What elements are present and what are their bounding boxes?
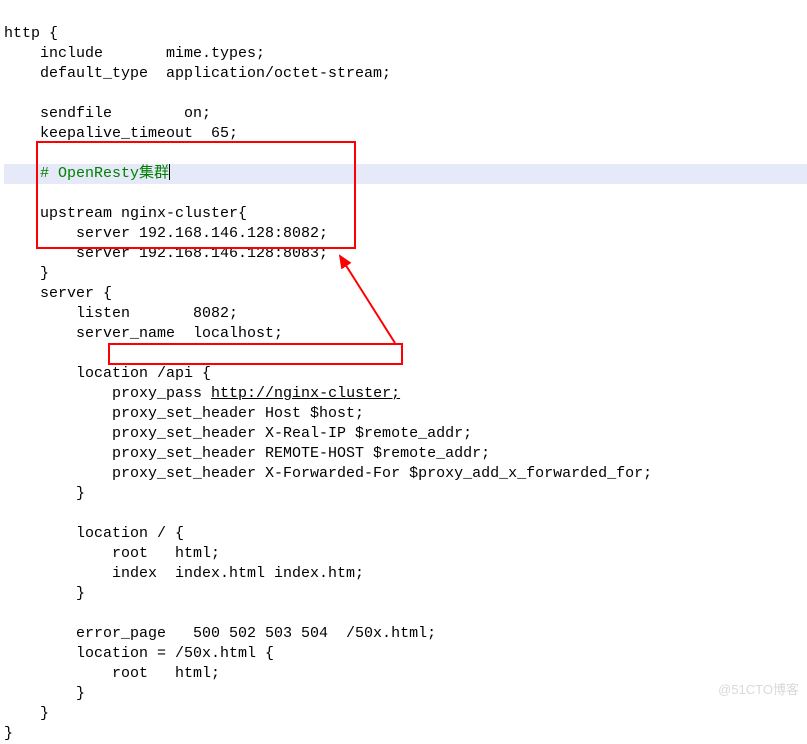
code-line: include mime.types; bbox=[4, 45, 265, 62]
code-line: location / { bbox=[4, 525, 184, 542]
code-line: } bbox=[4, 485, 85, 502]
code-line: } bbox=[4, 585, 85, 602]
code-line: server 192.168.146.128:8083; bbox=[4, 245, 328, 262]
code-line: } bbox=[4, 685, 85, 702]
code-line: root html; bbox=[4, 665, 220, 682]
proxy-pass-url: http://nginx-cluster; bbox=[211, 385, 400, 402]
code-line: error_page 500 502 503 504 /50x.html; bbox=[4, 625, 436, 642]
code-line: upstream nginx-cluster{ bbox=[4, 205, 247, 222]
comment-text: # OpenResty集群 bbox=[40, 165, 169, 182]
code-line: sendfile on; bbox=[4, 105, 211, 122]
code-line: location = /50x.html { bbox=[4, 645, 274, 662]
code-line: default_type application/octet-stream; bbox=[4, 65, 391, 82]
code-line: index index.html index.htm; bbox=[4, 565, 364, 582]
code-line: keepalive_timeout 65; bbox=[4, 125, 238, 142]
code-line: server_name localhost; bbox=[4, 325, 283, 342]
code-line: proxy_pass http://nginx-cluster; bbox=[4, 385, 400, 402]
code-line: server { bbox=[4, 285, 112, 302]
code-line: listen 8082; bbox=[4, 305, 238, 322]
code-line: server 192.168.146.128:8082; bbox=[4, 225, 328, 242]
code-line: http { bbox=[4, 25, 58, 42]
code-line: proxy_set_header Host $host; bbox=[4, 405, 364, 422]
code-line: proxy_set_header X-Real-IP $remote_addr; bbox=[4, 425, 472, 442]
code-line: proxy_set_header X-Forwarded-For $proxy_… bbox=[4, 465, 652, 482]
code-line: } bbox=[4, 705, 49, 722]
nginx-config-code: http { include mime.types; default_type … bbox=[0, 0, 807, 744]
code-line: location /api { bbox=[4, 365, 211, 382]
code-line: } bbox=[4, 725, 13, 742]
highlighted-line: # OpenResty集群 bbox=[4, 164, 807, 184]
code-line: } bbox=[4, 265, 49, 282]
text-cursor bbox=[169, 164, 170, 180]
code-line: root html; bbox=[4, 545, 220, 562]
code-line: proxy_set_header REMOTE-HOST $remote_add… bbox=[4, 445, 490, 462]
